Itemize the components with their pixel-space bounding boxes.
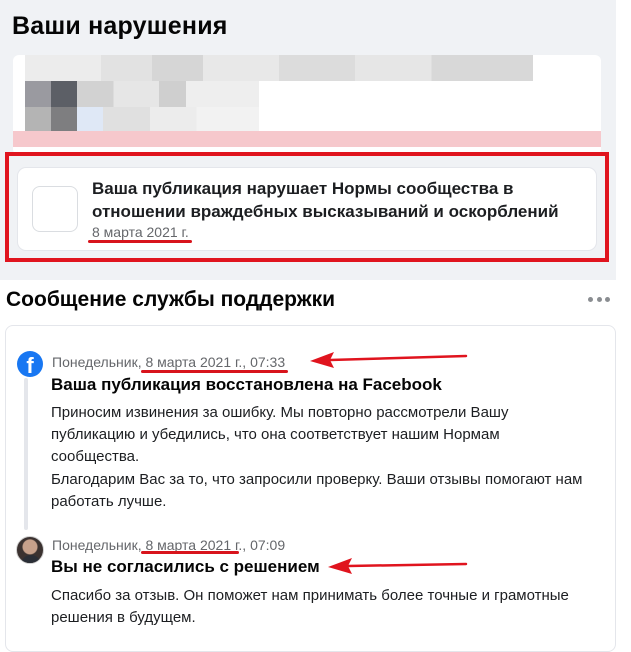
post-thumbnail: [32, 186, 78, 232]
date-underline: [141, 551, 239, 554]
message-body-paragraph: Спасибо за отзыв. Он поможет нам принима…: [51, 587, 569, 626]
violation-item[interactable]: Ваша публикация нарушает Нормы сообществ…: [18, 168, 596, 250]
red-arrow-icon: [328, 558, 468, 574]
blurred-content-card: [13, 55, 601, 155]
violation-date: 8 марта 2021 г.: [92, 224, 189, 240]
facebook-logo-icon: f: [17, 351, 43, 377]
timestamp-day: Понедельник,: [52, 537, 146, 553]
support-title: Сообщение службы поддержки: [6, 288, 336, 311]
date-underline: [88, 240, 192, 243]
violation-description: Ваша публикация нарушает Нормы сообществ…: [92, 179, 559, 221]
violations-title: Ваши нарушения: [12, 12, 228, 40]
blurred-strip: [13, 131, 601, 147]
message-timestamp: Понедельник, 8 марта 2021 г., 07:33: [52, 354, 285, 370]
user-avatar: [16, 536, 44, 564]
timestamp-time: , 07:33: [242, 354, 286, 370]
more-options-icon[interactable]: [585, 292, 613, 306]
thread-line: [24, 378, 28, 530]
message-body-paragraph: Благодарим Вас за то, что запросили пров…: [51, 471, 583, 510]
message-body-paragraph: Приносим извинения за ошибку. Мы повторн…: [51, 404, 509, 465]
violations-panel: Ваши нарушения Ваша публикация нарушает …: [0, 0, 616, 280]
date-underline: [141, 370, 288, 373]
red-arrow-icon: [310, 352, 468, 368]
timestamp-time: , 07:09: [242, 537, 286, 553]
message-heading: Ваша публикация восстановлена на Faceboo…: [51, 375, 442, 394]
timestamp-day: Понедельник,: [52, 354, 146, 370]
message-heading: Вы не согласились с решением: [51, 557, 320, 576]
timestamp-date: 8 марта 2021 г.: [145, 354, 243, 370]
